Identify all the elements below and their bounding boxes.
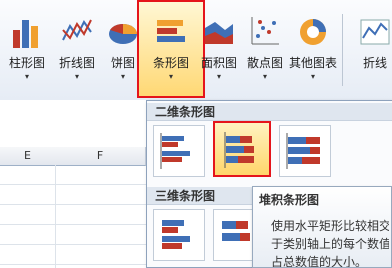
chevron-down-icon: ▾ [74, 72, 79, 81]
ribbon-charts-group: 柱形图 ▾ 折线图 ▾ 饼图 ▾ 条形图 ▾ 面积图 ▾ 散点图 ▾ 其他图表 … [0, 0, 392, 101]
scatter-chart-button[interactable]: 散点图 ▾ [242, 2, 288, 98]
bar-chart-icon [155, 14, 187, 48]
chevron-down-icon: ▾ [168, 72, 173, 81]
grid-row-line [0, 244, 150, 245]
sparkline-icon [359, 14, 391, 48]
area-chart-button[interactable]: 面积图 ▾ [196, 2, 242, 98]
pie-chart-button[interactable]: 饼图 ▾ [100, 2, 146, 98]
tooltip-stacked-bar: 堆积条形图 使用水平矩形比较相交 于类别轴上的每个数值 占总数值的大小。 [252, 186, 392, 268]
sparkline-button[interactable]: 折线 [352, 2, 392, 98]
clustered-bar-option[interactable] [153, 125, 205, 177]
chevron-down-icon: ▾ [262, 72, 267, 81]
section-2d-bar: 二维条形图 [147, 103, 392, 121]
tooltip-description: 使用水平矩形比较相交 于类别轴上的每个数值 占总数值的大小。 [271, 217, 389, 267]
tooltip-title: 堆积条形图 [259, 193, 320, 207]
bar-chart-button[interactable]: 条形图 ▾ [148, 2, 194, 98]
stacked-bar-option[interactable] [213, 121, 271, 177]
chevron-down-icon: ▾ [120, 72, 125, 81]
grid-row-line [0, 184, 150, 185]
tooltip-line-2: 于类别轴上的每个数值 [271, 237, 389, 251]
other-chart-label: 其他图表 [288, 56, 337, 70]
column-header-e[interactable]: E [0, 147, 56, 166]
column-header-f[interactable]: F [55, 147, 146, 166]
chevron-down-icon: ▾ [310, 72, 315, 81]
percent-stacked-bar-option[interactable] [279, 125, 331, 177]
other-chart-button[interactable]: 其他图表 ▾ [289, 2, 337, 98]
tooltip-line-1: 使用水平矩形比较相交 [271, 219, 389, 233]
ribbon-separator [342, 14, 343, 86]
grid-row-line [0, 224, 150, 225]
area-chart-icon [203, 14, 235, 48]
line-chart-icon [61, 14, 93, 48]
tooltip-line-3: 占总数值的大小。 [271, 255, 368, 267]
chevron-down-icon: ▾ [24, 72, 29, 81]
excel-window: 柱形图 ▾ 折线图 ▾ 饼图 ▾ 条形图 ▾ 面积图 ▾ 散点图 ▾ 其他图表 … [0, 0, 392, 268]
pie-chart-icon [107, 14, 139, 48]
grid-row-line [0, 204, 150, 205]
column-chart-button[interactable]: 柱形图 ▾ [4, 2, 50, 98]
line-chart-button[interactable]: 折线图 ▾ [54, 2, 100, 98]
other-chart-icon [297, 14, 329, 48]
chevron-down-icon: ▾ [216, 72, 221, 81]
scatter-chart-icon [249, 14, 281, 48]
grid-row-line [0, 264, 150, 265]
sparkline-label: 折线 [362, 56, 387, 70]
3d-clustered-bar-option[interactable] [153, 209, 205, 261]
column-chart-icon [11, 14, 43, 48]
grid-col-line [55, 165, 56, 268]
